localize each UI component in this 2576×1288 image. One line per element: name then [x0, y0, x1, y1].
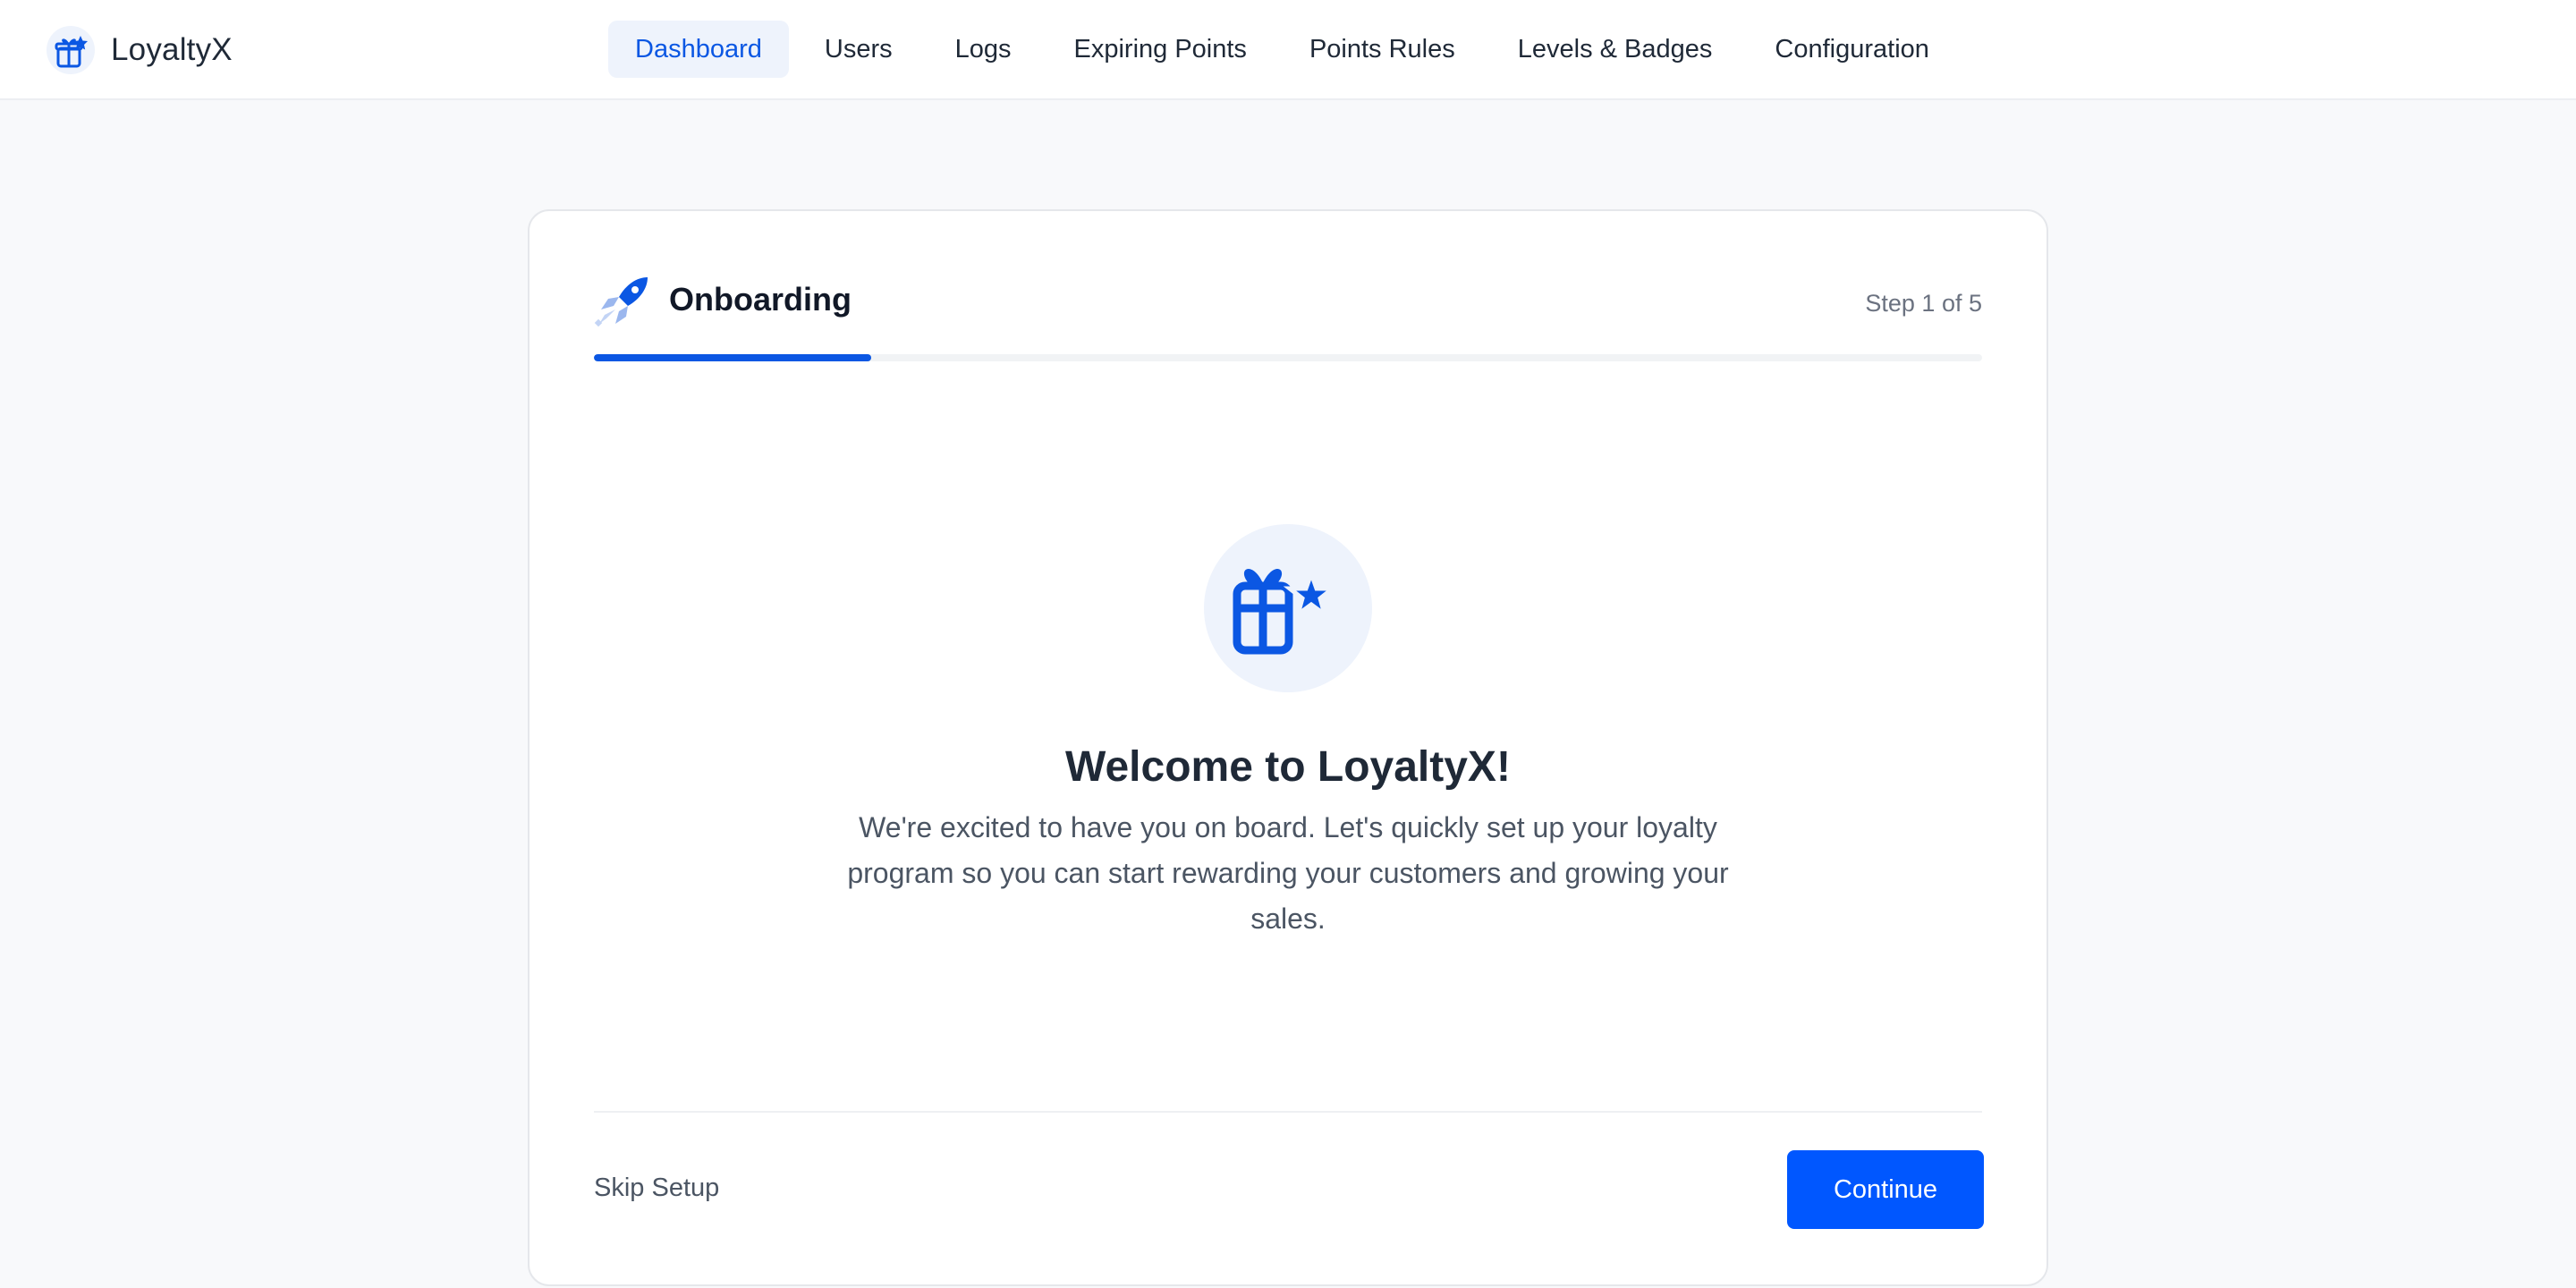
nav-item-users[interactable]: Users [798, 21, 919, 78]
step-indicator: Step 1 of 5 [1865, 290, 1982, 317]
progress-bar-fill [594, 354, 872, 361]
nav-item-configuration[interactable]: Configuration [1748, 21, 1956, 78]
brand-name: LoyaltyX [111, 32, 233, 67]
welcome-illustration [1204, 524, 1372, 692]
welcome-description: We're excited to have you on board. Let'… [847, 811, 1729, 935]
main-nav: Dashboard Users Logs Expiring Points Poi… [608, 21, 1965, 78]
gift-star-icon [47, 26, 95, 74]
continue-button[interactable]: Continue [1787, 1150, 1984, 1229]
footer-divider [594, 1111, 1982, 1113]
rocket-icon [594, 274, 651, 327]
nav-item-expiring-points[interactable]: Expiring Points [1047, 21, 1274, 78]
onboarding-header: Onboarding Step 1 of 5 [594, 274, 1982, 327]
welcome-heading: Welcome to LoyaltyX! [1065, 743, 1511, 791]
nav-item-dashboard[interactable]: Dashboard [608, 21, 789, 78]
page-title: Onboarding [669, 281, 852, 318]
nav-item-points-rules[interactable]: Points Rules [1283, 21, 1482, 78]
brand[interactable]: LoyaltyX [47, 23, 233, 77]
nav-item-levels-badges[interactable]: Levels & Badges [1491, 21, 1740, 78]
gift-star-icon [1233, 566, 1340, 655]
top-navbar: LoyaltyX Dashboard Users Logs Expiring P… [0, 0, 2576, 100]
onboarding-card: Onboarding Step 1 of 5 Welcome to Loyalt… [528, 209, 2048, 1286]
nav-item-logs[interactable]: Logs [928, 21, 1038, 78]
progress-bar [594, 354, 1982, 361]
skip-setup-button[interactable]: Skip Setup [594, 1174, 719, 1203]
